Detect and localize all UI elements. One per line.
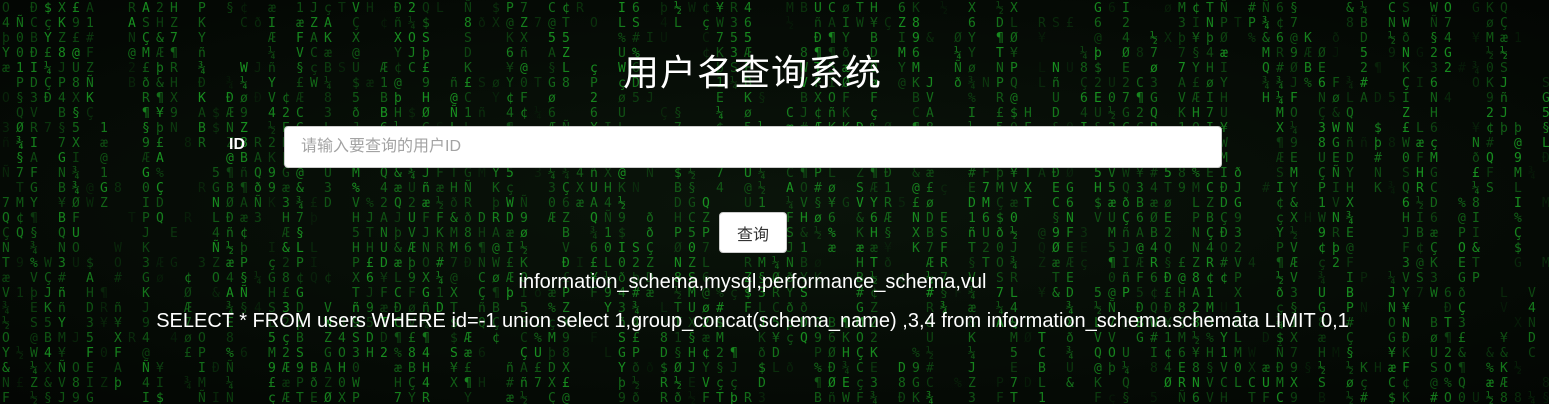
query-button[interactable]: 查询 [719, 212, 787, 253]
id-input[interactable] [284, 126, 1222, 168]
id-label: ID [229, 136, 245, 153]
main-content: 用户名查询系统 ID 查询 information_schema,mysql,p… [0, 0, 1549, 404]
result-sql: SELECT * FROM users WHERE id=-1 union se… [156, 310, 1349, 332]
page-title: 用户名查询系统 [622, 53, 882, 94]
result-databases: information_schema,mysql,performance_sch… [518, 271, 987, 293]
page: O 4 þ Yæ O 3 ñ Ñ 7 Q Ç N Tæ V ¾ ½ O Y & N F Ñ 0 0 1 P § Q Ø ¾ § 7 T M ¢ Q 9 1… [0, 0, 1549, 404]
